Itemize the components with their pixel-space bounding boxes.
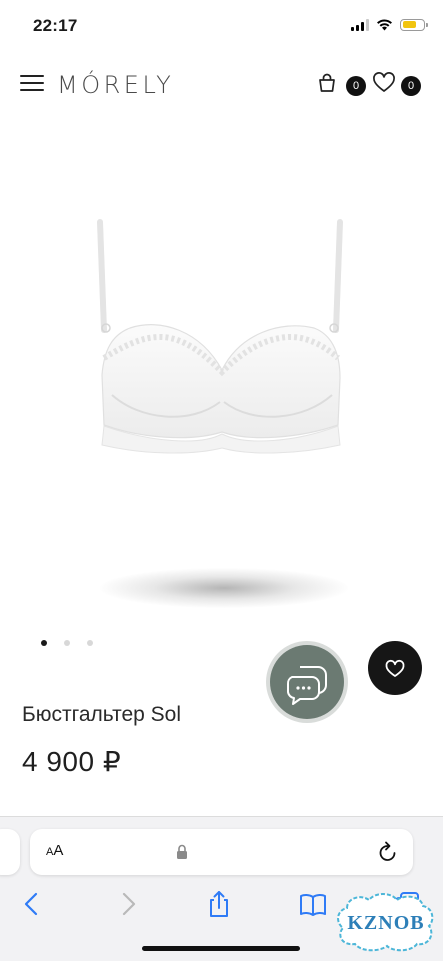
product-price: 4 900 ₽ — [22, 746, 122, 777]
reload-icon[interactable] — [377, 840, 399, 864]
heart-icon[interactable] — [372, 72, 396, 94]
status-time: 22:17 — [33, 16, 78, 35]
carousel-dot[interactable] — [64, 640, 70, 646]
forward-icon[interactable] — [112, 889, 142, 919]
wifi-icon — [377, 19, 392, 31]
bookmarks-icon[interactable] — [298, 889, 328, 919]
brand-logo[interactable]: MÓRELY — [57, 71, 174, 99]
favorites-count-badge: 0 — [401, 76, 421, 96]
status-icons — [351, 18, 428, 31]
previous-tab-preview[interactable] — [0, 829, 20, 875]
lock-icon — [177, 844, 187, 859]
chat-icon — [287, 666, 327, 705]
chat-button[interactable] — [270, 645, 344, 719]
carousel-dot[interactable] — [41, 640, 47, 646]
product-shadow — [100, 568, 348, 608]
bra-illustration — [97, 219, 343, 454]
cellular-signal-icon — [351, 18, 369, 31]
watermark-stamp: KZNOB — [337, 893, 434, 952]
battery-icon — [400, 18, 428, 31]
address-bar[interactable]: AA — [30, 829, 413, 875]
product-image[interactable] — [0, 120, 443, 620]
status-bar: 22:17 — [0, 0, 443, 50]
product-name: Бюстгальтер Sol — [22, 703, 182, 726]
site-header: MÓRELY 0 0 — [0, 60, 443, 110]
cart-icon[interactable] — [316, 72, 338, 94]
image-carousel-dots[interactable] — [41, 640, 93, 646]
watermark-text: KZNOB — [347, 912, 424, 934]
carousel-dot[interactable] — [87, 640, 93, 646]
text-size-button[interactable]: AA — [46, 842, 63, 859]
back-icon[interactable] — [18, 889, 48, 919]
menu-icon[interactable] — [20, 75, 44, 93]
cart-count-badge: 0 — [346, 76, 366, 96]
share-icon[interactable] — [204, 889, 234, 919]
heart-icon — [385, 659, 405, 677]
home-indicator — [142, 946, 300, 951]
add-to-favorites-button[interactable] — [368, 641, 422, 695]
